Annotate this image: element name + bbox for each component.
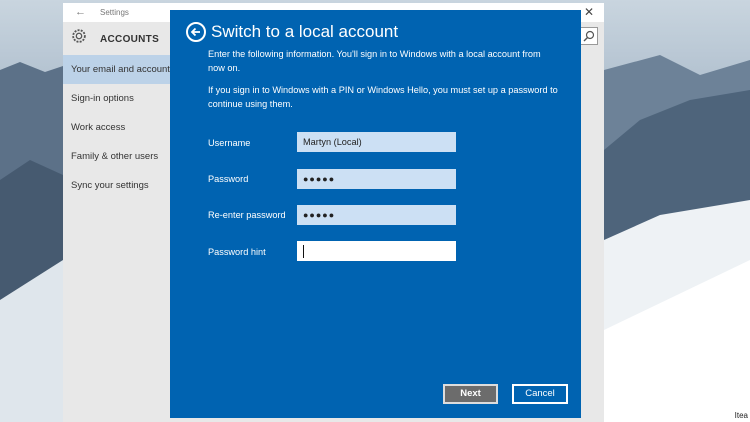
nav-item-work-access[interactable]: Work access: [63, 113, 173, 142]
back-arrow-icon[interactable]: ←: [75, 6, 86, 18]
dialog-note: If you sign in to Windows with a PIN or …: [208, 85, 558, 109]
close-icon[interactable]: ✕: [584, 5, 594, 19]
next-button[interactable]: Next: [443, 384, 498, 404]
cancel-button[interactable]: Cancel: [512, 384, 568, 404]
username-field[interactable]: Martyn (Local): [297, 132, 456, 152]
password-hint-label: Password hint: [208, 247, 266, 257]
nav-item-sign-in-options[interactable]: Sign-in options: [63, 84, 173, 113]
password-label: Password: [208, 174, 249, 184]
settings-title: Settings: [100, 8, 129, 17]
gear-icon: [72, 29, 86, 43]
reenter-password-label: Re-enter password: [208, 210, 286, 220]
search-icon[interactable]: [580, 27, 598, 45]
nav-item-email-accounts[interactable]: Your email and accounts: [63, 55, 173, 84]
accounts-heading: ACCOUNTS: [100, 34, 160, 45]
password-field[interactable]: ●●●●●: [297, 169, 456, 189]
settings-nav: Your email and accounts Sign-in options …: [63, 55, 173, 200]
nav-item-family-users[interactable]: Family & other users: [63, 142, 173, 171]
back-circle-icon[interactable]: [186, 22, 206, 42]
local-account-dialog: Switch to a local account Enter the foll…: [170, 10, 581, 418]
username-label: Username: [208, 138, 251, 148]
corner-watermark: Itea: [734, 411, 748, 420]
reenter-password-field[interactable]: ●●●●●: [297, 205, 456, 225]
text-caret: [303, 245, 304, 258]
dialog-title: Switch to a local account: [211, 22, 399, 41]
nav-item-sync-settings[interactable]: Sync your settings: [63, 171, 173, 200]
dialog-description: Enter the following information. You'll …: [208, 49, 541, 73]
password-hint-field[interactable]: [297, 241, 456, 261]
